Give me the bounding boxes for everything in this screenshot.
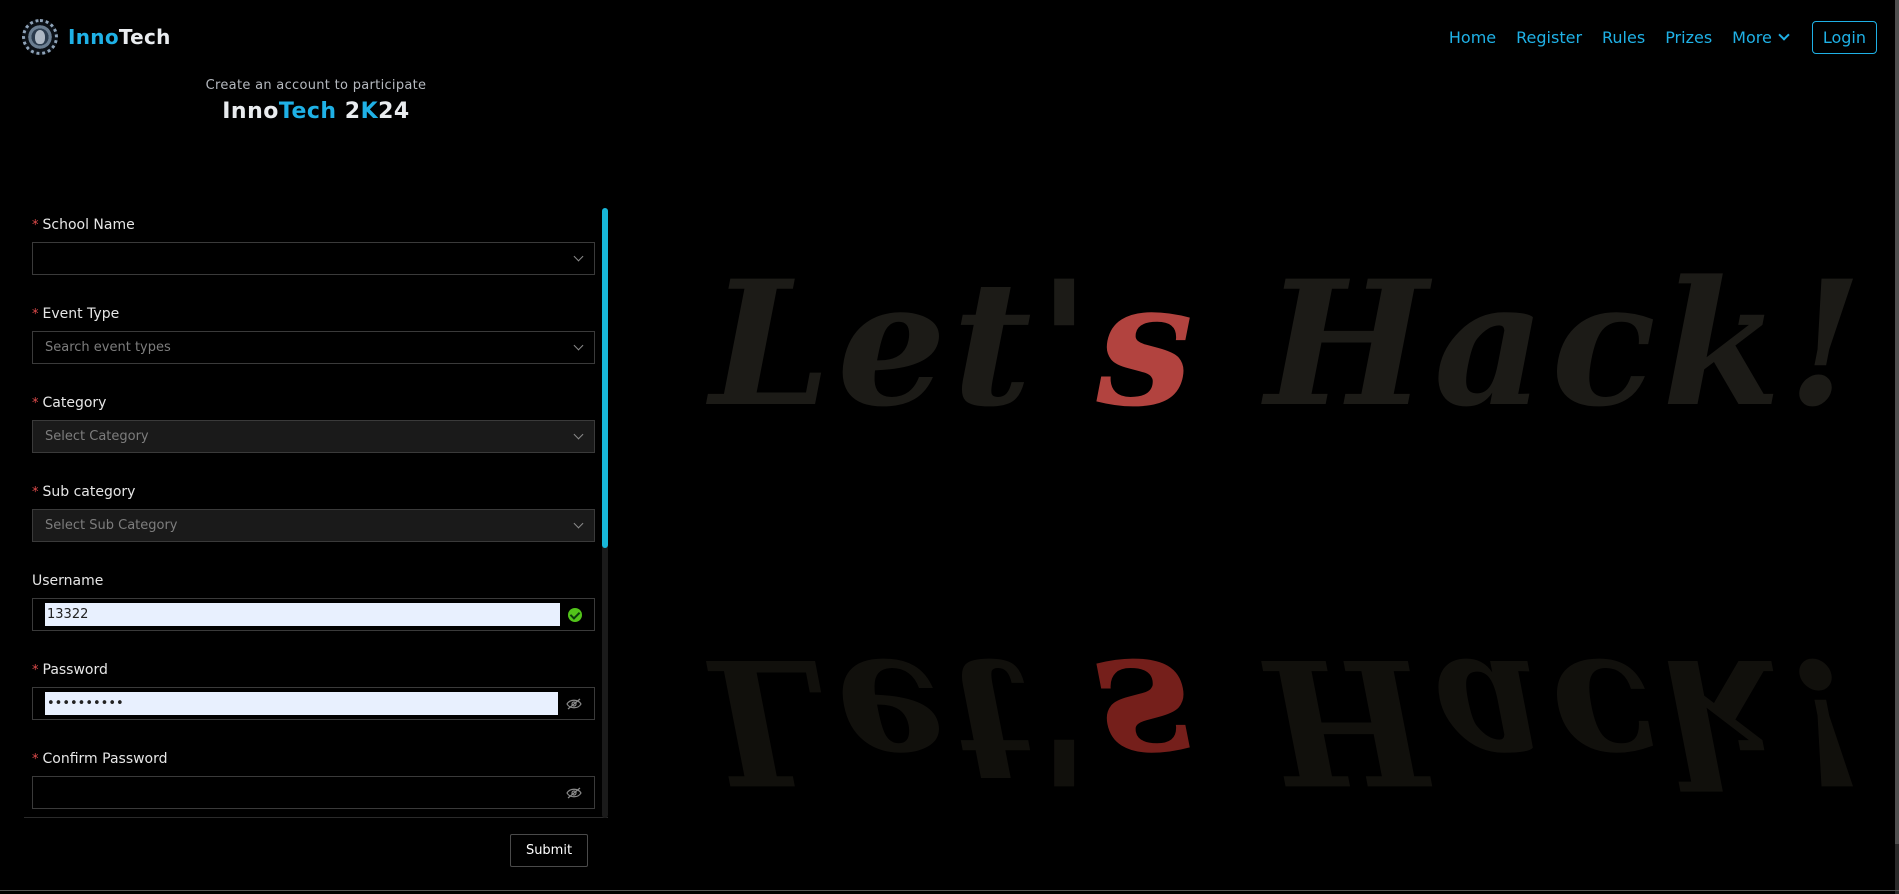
event-type-select[interactable]: Search event types	[32, 331, 595, 364]
event-title: InnoTech 2K24	[0, 99, 632, 124]
divider	[0, 890, 1899, 891]
confirm-password-label: Confirm Password	[42, 751, 168, 767]
chevron-down-icon	[573, 518, 584, 529]
navbar: InnoTech Home Register Rules Prizes More…	[0, 0, 1899, 74]
field-label: Username	[32, 564, 592, 598]
username-field[interactable]: 13322	[32, 598, 595, 631]
hero-text-reflection: Let's Hack!	[710, 620, 1869, 800]
category-select[interactable]: Select Category	[32, 420, 595, 453]
check-circle-icon	[568, 607, 582, 622]
nav-more-label: More	[1732, 27, 1772, 47]
password-input[interactable]: ••••••••••	[45, 692, 558, 715]
field-school-name: * School Name	[32, 208, 595, 275]
event-title-inno: Inno	[222, 99, 279, 124]
chevron-down-icon	[573, 340, 584, 351]
field-label: * Password	[32, 653, 592, 687]
submit-button[interactable]: Submit	[510, 834, 588, 867]
event-title-tech: Tech	[278, 99, 337, 124]
page-scrollbar[interactable]	[1895, 0, 1899, 894]
event-title-k: K	[360, 99, 379, 124]
hero-banner: Let's Hack! Let's Hack!	[650, 150, 1870, 800]
sub-category-select[interactable]: Select Sub Category	[32, 509, 595, 542]
field-event-type: * Event Type Search event types	[32, 297, 595, 364]
nav-link-rules[interactable]: Rules	[1602, 28, 1645, 47]
field-password: * Password ••••••••••	[32, 653, 595, 720]
form-subtitle: Create an account to participate	[205, 78, 427, 93]
brand-inno: Inno	[68, 25, 119, 49]
nav-link-register[interactable]: Register	[1516, 28, 1582, 47]
field-sub-category: * Sub category Select Sub Category	[32, 475, 595, 542]
nav-links: Home Register Rules Prizes More Login	[1449, 20, 1877, 54]
field-category: * Category Select Category	[32, 386, 595, 453]
required-mark: *	[32, 662, 39, 678]
required-mark: *	[32, 751, 39, 767]
nav-more-dropdown[interactable]: More	[1732, 27, 1790, 47]
field-confirm-password: * Confirm Password	[32, 742, 595, 809]
event-type-placeholder: Search event types	[45, 340, 171, 355]
field-username: Username 13322	[32, 564, 595, 631]
category-label: Category	[42, 395, 107, 411]
username-label: Username	[32, 573, 104, 589]
password-field[interactable]: ••••••••••	[32, 687, 595, 720]
required-mark: *	[32, 484, 39, 500]
registration-form: * School Name * Event Type Search event …	[24, 208, 608, 818]
brand-name: InnoTech	[68, 25, 171, 49]
page: InnoTech Home Register Rules Prizes More…	[0, 0, 1899, 894]
sub-category-placeholder: Select Sub Category	[45, 518, 178, 533]
eye-invisible-icon[interactable]	[566, 787, 582, 799]
field-label: * Event Type	[32, 297, 592, 331]
login-button[interactable]: Login	[1811, 20, 1877, 54]
form-scrollbar-thumb[interactable]	[602, 208, 608, 548]
school-name-select[interactable]	[32, 242, 595, 275]
password-label: Password	[42, 662, 108, 678]
event-title-2: 2	[344, 99, 361, 124]
form-header: Create an account to participate InnoTec…	[0, 78, 632, 124]
field-label: * Sub category	[32, 475, 592, 509]
nav-link-home[interactable]: Home	[1449, 28, 1496, 47]
event-title-24: 24	[378, 99, 410, 124]
brand[interactable]: InnoTech	[22, 19, 171, 55]
nav-link-prizes[interactable]: Prizes	[1665, 28, 1712, 47]
sub-category-label: Sub category	[42, 484, 136, 500]
category-placeholder: Select Category	[45, 429, 149, 444]
chevron-down-icon	[1778, 29, 1790, 41]
field-label: * Confirm Password	[32, 742, 592, 776]
event-type-label: Event Type	[42, 306, 120, 322]
school-name-label: School Name	[42, 217, 135, 233]
required-mark: *	[32, 306, 39, 322]
username-input[interactable]: 13322	[45, 603, 560, 626]
chevron-down-icon	[573, 251, 584, 262]
field-label: * School Name	[32, 208, 592, 242]
logo-icon	[22, 19, 58, 55]
required-mark: *	[32, 217, 39, 233]
eye-invisible-icon[interactable]	[566, 698, 582, 710]
confirm-password-field[interactable]	[32, 776, 595, 809]
form-scroll-area[interactable]: * School Name * Event Type Search event …	[24, 208, 608, 818]
field-label: * Category	[32, 386, 592, 420]
hero-text: Let's Hack!	[710, 242, 1869, 445]
chevron-down-icon	[573, 429, 584, 440]
brand-tech: Tech	[118, 25, 171, 49]
required-mark: *	[32, 395, 39, 411]
